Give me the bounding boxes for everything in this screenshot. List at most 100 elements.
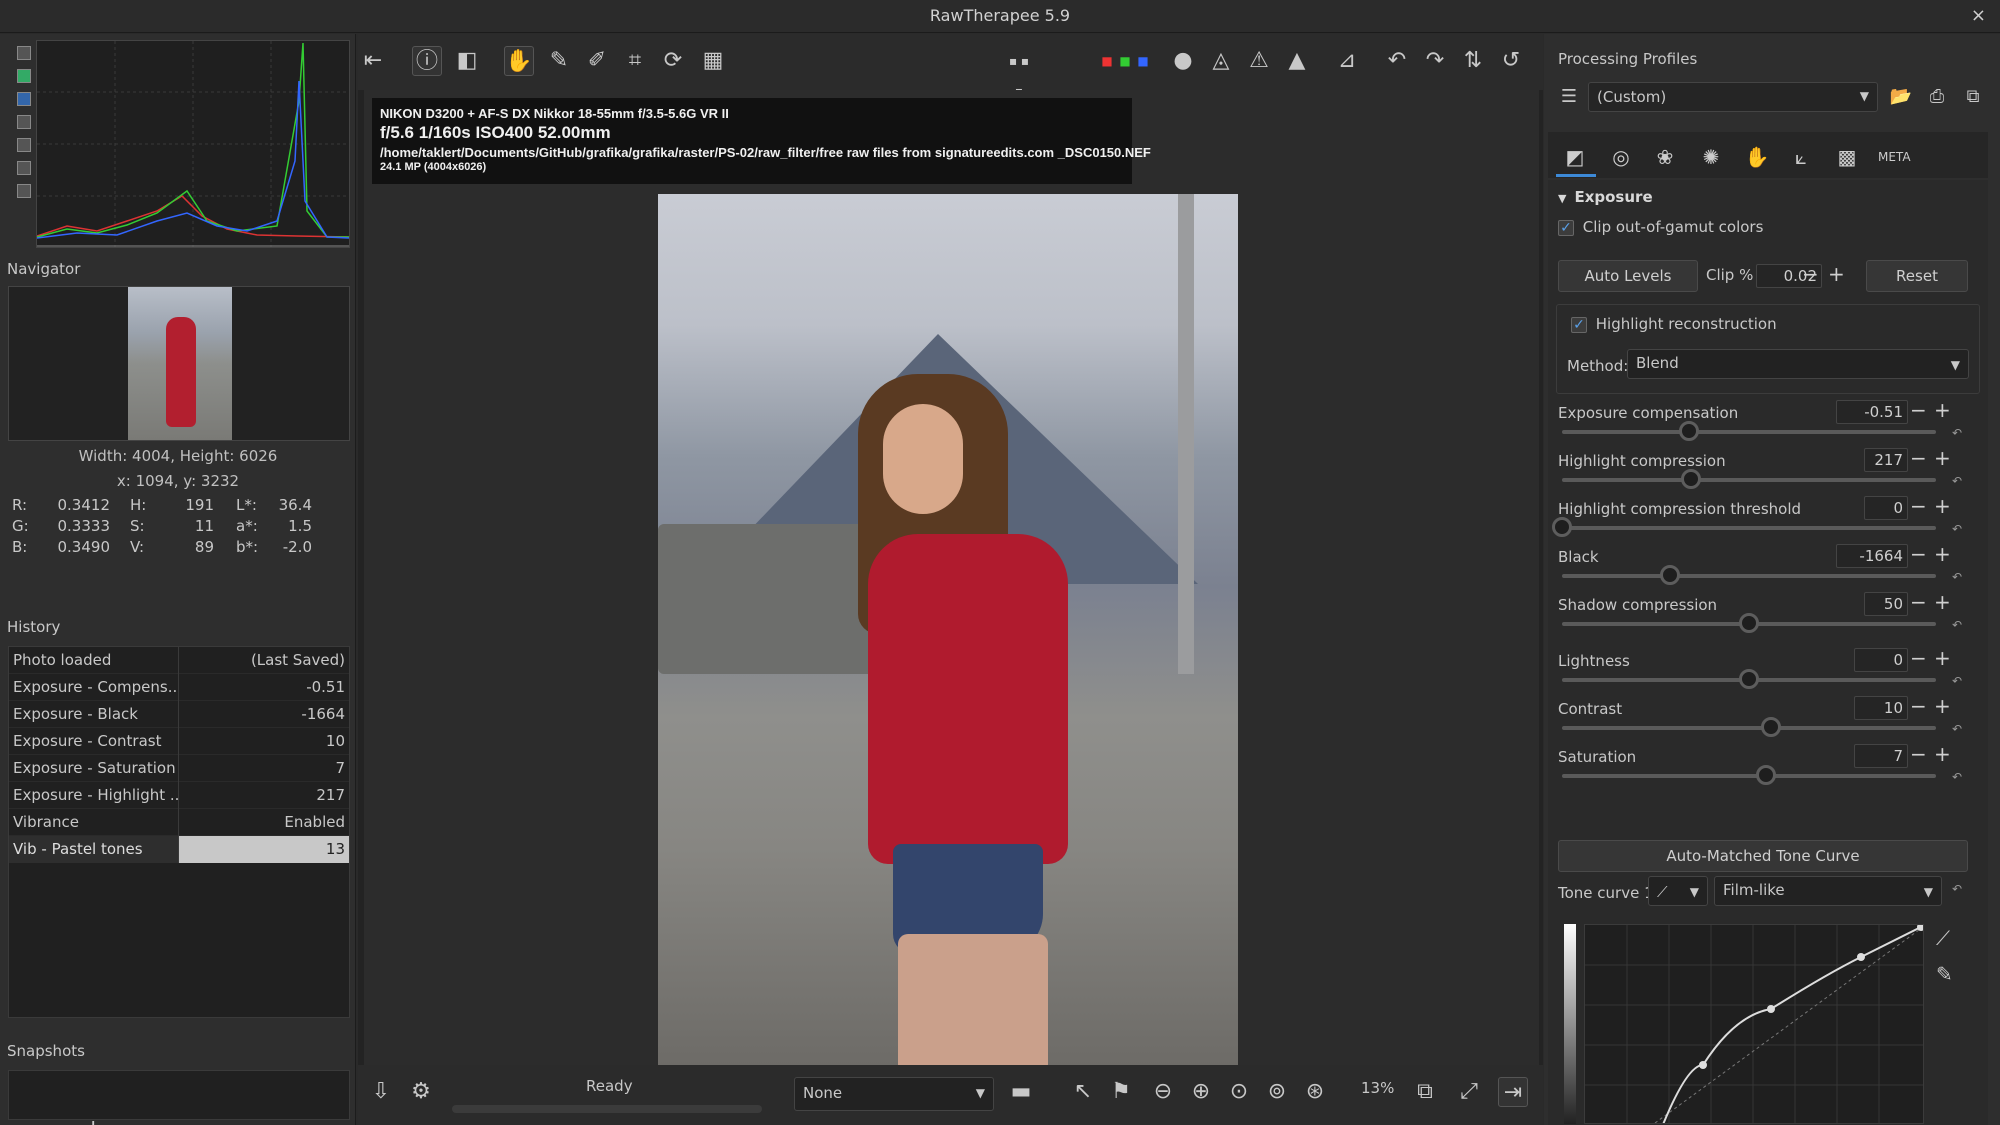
zoom-fit-crop-icon[interactable]: ⊚ (1262, 1077, 1292, 1107)
slider-value-field[interactable]: 50 (1864, 592, 1908, 616)
color-picker-icon[interactable]: ✐ (582, 46, 612, 76)
slider-minus-button[interactable]: − (1910, 448, 1927, 468)
color-tab-icon[interactable]: ❀ (1652, 144, 1678, 170)
flip-icon[interactable]: ⇅ (1458, 46, 1488, 76)
tone-curve-mode-combo[interactable]: Film-like ▼ (1714, 876, 1942, 906)
slider-value-field[interactable]: 10 (1854, 696, 1908, 720)
fullscreen-icon[interactable]: ⤢ (1454, 1077, 1484, 1107)
straighten-icon[interactable]: ⟳ (658, 46, 688, 76)
hide-left-panel-icon[interactable]: ⇤ (358, 46, 388, 76)
rotate-right-icon[interactable]: ↷ (1420, 46, 1450, 76)
focus-mask-icon[interactable]: ● (1168, 46, 1198, 76)
slider-minus-button[interactable]: − (1910, 648, 1927, 668)
slider-plus-button[interactable]: + (1934, 544, 1951, 564)
slider-knob[interactable] (1679, 421, 1700, 441)
histogram-channels-icon[interactable] (17, 92, 31, 106)
rotate-left-icon[interactable]: ↶ (1382, 46, 1412, 76)
slider-knob[interactable] (1681, 469, 1702, 489)
history-row[interactable]: Photo loaded (Last Saved) (9, 646, 349, 674)
info-icon[interactable]: ⓘ (412, 46, 442, 76)
histogram-chroma-icon[interactable] (17, 138, 31, 152)
history-row[interactable]: Vibrance Enabled (9, 808, 349, 836)
save-profile-icon[interactable]: ⎙ (1924, 86, 1950, 110)
save-image-icon[interactable]: ⇩ (366, 1077, 396, 1107)
slider-track[interactable] (1562, 774, 1936, 778)
profile-list-icon[interactable]: ☰ (1556, 86, 1582, 110)
slider-plus-button[interactable]: + (1934, 592, 1951, 612)
slider-reset-icon[interactable]: ↶ (1952, 770, 1962, 784)
open-profile-icon[interactable]: 📂 (1888, 86, 1914, 110)
slider-plus-button[interactable]: + (1934, 496, 1951, 516)
advanced-tab-icon[interactable]: ✺ (1698, 144, 1724, 170)
clip-gamut-checkbox[interactable]: ✓ (1558, 219, 1574, 236)
histogram-raw-icon[interactable] (17, 161, 31, 175)
flag-icon[interactable]: ⚑ (1106, 1077, 1136, 1107)
slider-plus-button[interactable]: + (1934, 400, 1951, 420)
slider-reset-icon[interactable]: ↶ (1952, 570, 1962, 584)
slider-reset-icon[interactable]: ↶ (1952, 426, 1962, 440)
slider-value-field[interactable]: 0 (1854, 648, 1908, 672)
slider-knob[interactable] (1552, 517, 1572, 537)
slider-plus-button[interactable]: + (1934, 448, 1951, 468)
exposure-header[interactable]: ▼ Exposure (1558, 188, 1653, 206)
slider-track[interactable] (1562, 478, 1936, 482)
transform-tab-icon[interactable]: ⟀ (1788, 144, 1814, 170)
remove-snapshot-button[interactable]: − (256, 1116, 274, 1125)
curve-edit-points-icon[interactable]: ⟋ (1936, 926, 1950, 950)
new-window-icon[interactable]: ⧉ (1410, 1077, 1440, 1107)
slider-track[interactable] (1562, 430, 1936, 434)
zoom-fit-icon[interactable]: ⊙ (1224, 1077, 1254, 1107)
slider-value-field[interactable]: 0 (1864, 496, 1908, 520)
tone-curve-editor[interactable] (1584, 923, 1925, 1125)
zoom-100-icon[interactable]: ⊛ (1300, 1077, 1330, 1107)
photo-preview[interactable] (658, 194, 1238, 1066)
slider-track[interactable] (1562, 526, 1936, 530)
undo-icon[interactable]: ↺ (1496, 46, 1526, 76)
histogram-rgb-icon[interactable] (17, 69, 31, 83)
slider-minus-button[interactable]: − (1910, 544, 1927, 564)
slider-minus-button[interactable]: − (1910, 496, 1927, 516)
local-tab-icon[interactable]: ✋ (1744, 144, 1770, 170)
slider-minus-button[interactable]: − (1910, 744, 1927, 764)
shadow-warning-icon[interactable]: ▲ (1282, 46, 1312, 76)
raw-tab-icon[interactable]: ▩ (1834, 144, 1860, 170)
slider-minus-button[interactable]: − (1910, 592, 1927, 612)
perspective-icon[interactable]: ▦ (698, 46, 728, 76)
hand-tool-icon[interactable]: ✋ (504, 46, 534, 76)
slider-plus-button[interactable]: + (1934, 744, 1951, 764)
image-viewport[interactable]: NIKON D3200 + AF-S DX Nikkor 18-55mm f/3… (364, 90, 1539, 1066)
zoom-in-icon[interactable]: ⊕ (1186, 1077, 1216, 1107)
history-row[interactable]: Exposure - Contrast 10 (9, 727, 349, 755)
clip-minus-button[interactable]: − (1802, 264, 1819, 284)
histogram-full-icon[interactable] (17, 46, 31, 60)
slider-reset-icon[interactable]: ↶ (1952, 474, 1962, 488)
slider-reset-icon[interactable]: ↶ (1952, 722, 1962, 736)
queue-icon[interactable]: ⚙ (406, 1077, 436, 1107)
blue-channel-icon[interactable]: ■ (1128, 46, 1158, 76)
background-color-icon[interactable]: ▬ (1006, 1077, 1036, 1107)
history-row[interactable]: Exposure - Saturation 7 (9, 754, 349, 782)
slider-plus-button[interactable]: + (1934, 648, 1951, 668)
history-row[interactable]: Exposure - Compens... -0.51 (9, 673, 349, 701)
add-snapshot-button[interactable]: + (84, 1116, 102, 1125)
clip-gamut-row[interactable]: ✓ Clip out-of-gamut colors (1558, 218, 1763, 236)
clip-plus-button[interactable]: + (1828, 264, 1845, 284)
before-after-icon[interactable]: ◧ (452, 46, 482, 76)
history-row[interactable]: Exposure - Highlight ... 217 (9, 781, 349, 809)
slider-knob[interactable] (1761, 717, 1782, 737)
curve-pencil-icon[interactable]: ✎ (1936, 962, 1953, 986)
slider-knob[interactable] (1739, 613, 1759, 633)
slider-minus-button[interactable]: − (1910, 696, 1927, 716)
exposure-tab-icon[interactable]: ◩ (1562, 144, 1588, 170)
highlight-warning-icon[interactable]: ⚠ (1244, 46, 1274, 76)
history-row[interactable]: Exposure - Black -1664 (9, 700, 349, 728)
histogram-bar-icon[interactable] (17, 184, 31, 198)
slider-track[interactable] (1562, 726, 1936, 730)
slider-minus-button[interactable]: − (1910, 400, 1927, 420)
profile-combo[interactable]: (Custom) ▼ (1588, 82, 1878, 112)
white-balance-picker-icon[interactable]: ✎ (544, 46, 574, 76)
auto-levels-button[interactable]: Auto Levels (1558, 260, 1698, 292)
auto-matched-tone-curve-button[interactable]: Auto-Matched Tone Curve (1558, 840, 1968, 872)
method-combo[interactable]: Blend ▼ (1627, 349, 1969, 379)
histogram-luminance-icon[interactable] (17, 115, 31, 129)
